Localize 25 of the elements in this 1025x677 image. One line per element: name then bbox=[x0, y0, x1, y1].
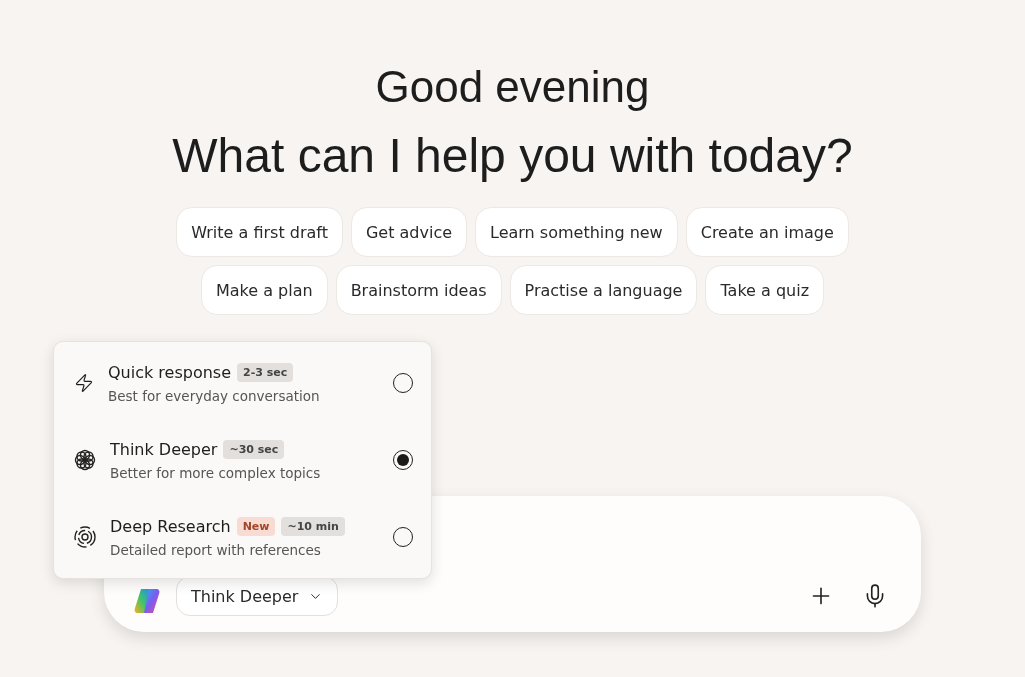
time-badge: ~30 sec bbox=[223, 439, 285, 459]
suggestion-chip[interactable]: Get advice bbox=[350, 207, 468, 257]
app-logo-icon[interactable] bbox=[132, 586, 162, 616]
option-description: Best for everyday conversation bbox=[108, 387, 321, 404]
greeting-heading: Good evening bbox=[375, 62, 650, 112]
flower-icon bbox=[74, 449, 96, 471]
lightning-icon bbox=[74, 373, 94, 393]
suggestion-chip[interactable]: Create an image bbox=[685, 207, 849, 257]
option-description: Better for more complex topics bbox=[110, 464, 322, 481]
option-title: Deep Research bbox=[110, 516, 231, 536]
suggestion-chip[interactable]: Practise a language bbox=[509, 265, 698, 315]
option-title: Quick response bbox=[108, 362, 231, 382]
suggestion-chip[interactable]: Make a plan bbox=[200, 265, 328, 315]
option-title: Think Deeper bbox=[110, 439, 218, 459]
suggestion-chip[interactable]: Brainstorm ideas bbox=[335, 265, 502, 315]
main-heading: What can I help you with today? bbox=[172, 128, 853, 183]
time-badge: 2-3 sec bbox=[237, 362, 294, 382]
option-description: Detailed report with references bbox=[110, 541, 322, 558]
new-badge: New bbox=[236, 516, 276, 536]
time-badge: ~10 min bbox=[281, 516, 345, 536]
suggestion-chip[interactable]: Write a first draft bbox=[176, 207, 343, 257]
suggestion-chip[interactable]: Take a quiz bbox=[705, 265, 825, 315]
concentric-rings-icon bbox=[74, 526, 96, 548]
suggestion-chip[interactable]: Learn something new bbox=[475, 207, 678, 257]
mode-dropdown[interactable]: Think Deeper bbox=[176, 576, 339, 616]
